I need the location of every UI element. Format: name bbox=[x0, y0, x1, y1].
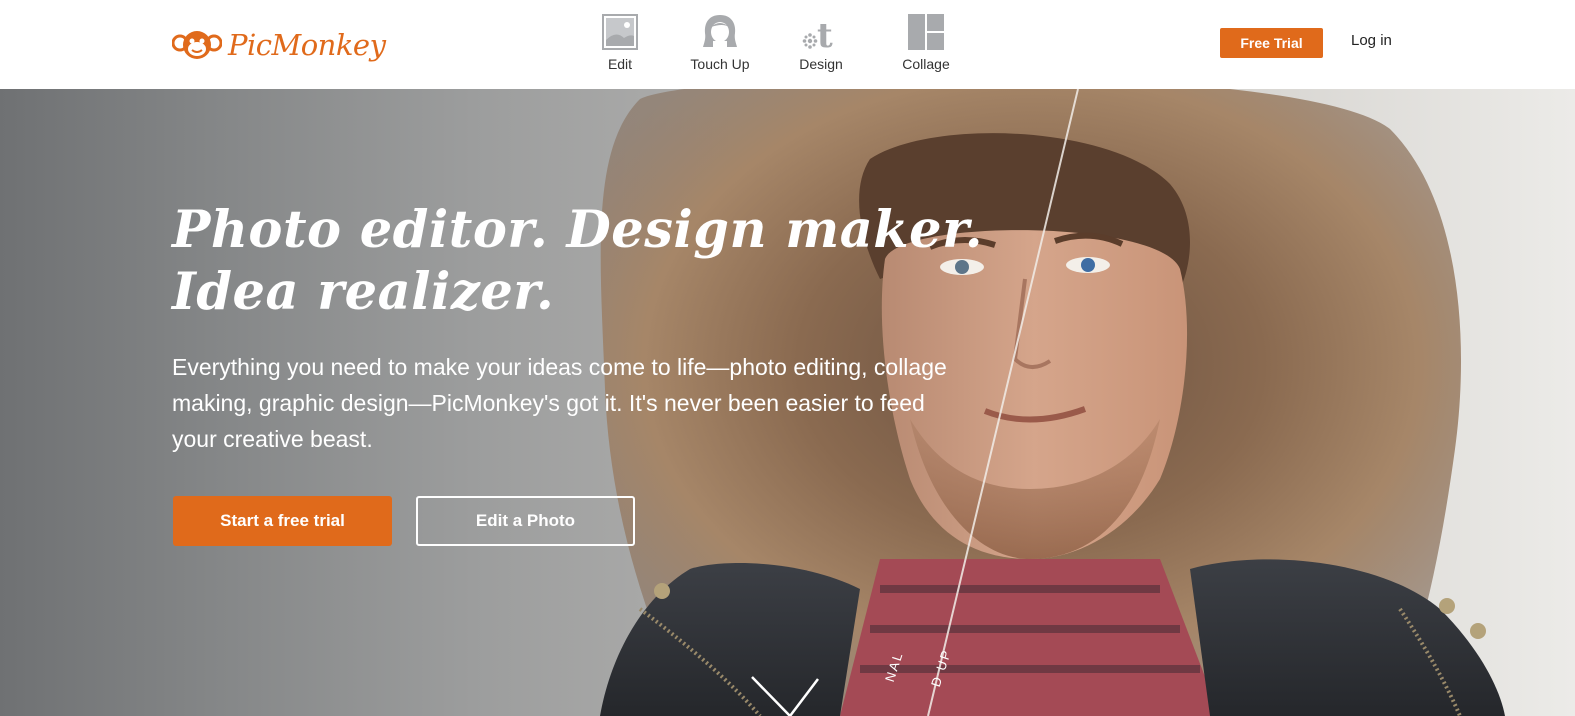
face-icon bbox=[700, 12, 740, 52]
hero-section: Photo editor. Design maker. Idea realize… bbox=[0, 89, 1575, 716]
nav-label-edit: Edit bbox=[607, 56, 633, 72]
edit-a-photo-button[interactable]: Edit a Photo bbox=[416, 496, 635, 546]
nav-item-touch-up[interactable]: Touch Up bbox=[670, 12, 770, 72]
nav-item-design[interactable]: t Design bbox=[781, 12, 861, 72]
start-free-trial-button[interactable]: Start a free trial bbox=[173, 496, 392, 546]
picmonkey-logo[interactable]: PicMonkey bbox=[172, 20, 386, 70]
nav-item-collage[interactable]: Collage bbox=[886, 12, 966, 72]
photo-icon bbox=[600, 12, 640, 52]
free-trial-button[interactable]: Free Trial bbox=[1220, 28, 1323, 58]
monkey-logo-icon bbox=[172, 31, 222, 59]
logo-text: PicMonkey bbox=[228, 28, 386, 62]
nav-label-touch-up: Touch Up bbox=[690, 56, 750, 72]
design-icon: t bbox=[801, 12, 841, 52]
login-link[interactable]: Log in bbox=[1351, 32, 1392, 49]
collage-icon bbox=[906, 12, 946, 52]
nav-label-collage: Collage bbox=[902, 56, 950, 72]
site-header: PicMonkey Edit Touch Up t Design Collage… bbox=[0, 0, 1575, 89]
hero-headline-line1: Photo editor. Design maker. bbox=[172, 200, 984, 260]
svg-text:t: t bbox=[817, 16, 833, 51]
hero-headline: Photo editor. Design maker. Idea realize… bbox=[172, 199, 1012, 323]
nav-label-design: Design bbox=[799, 56, 843, 72]
hero-subtext: Everything you need to make your ideas c… bbox=[172, 354, 947, 452]
nav-item-edit[interactable]: Edit bbox=[590, 12, 650, 72]
hero-headline-line2: Idea realizer. bbox=[172, 262, 555, 322]
main-nav: Edit Touch Up t Design Collage bbox=[590, 12, 966, 72]
